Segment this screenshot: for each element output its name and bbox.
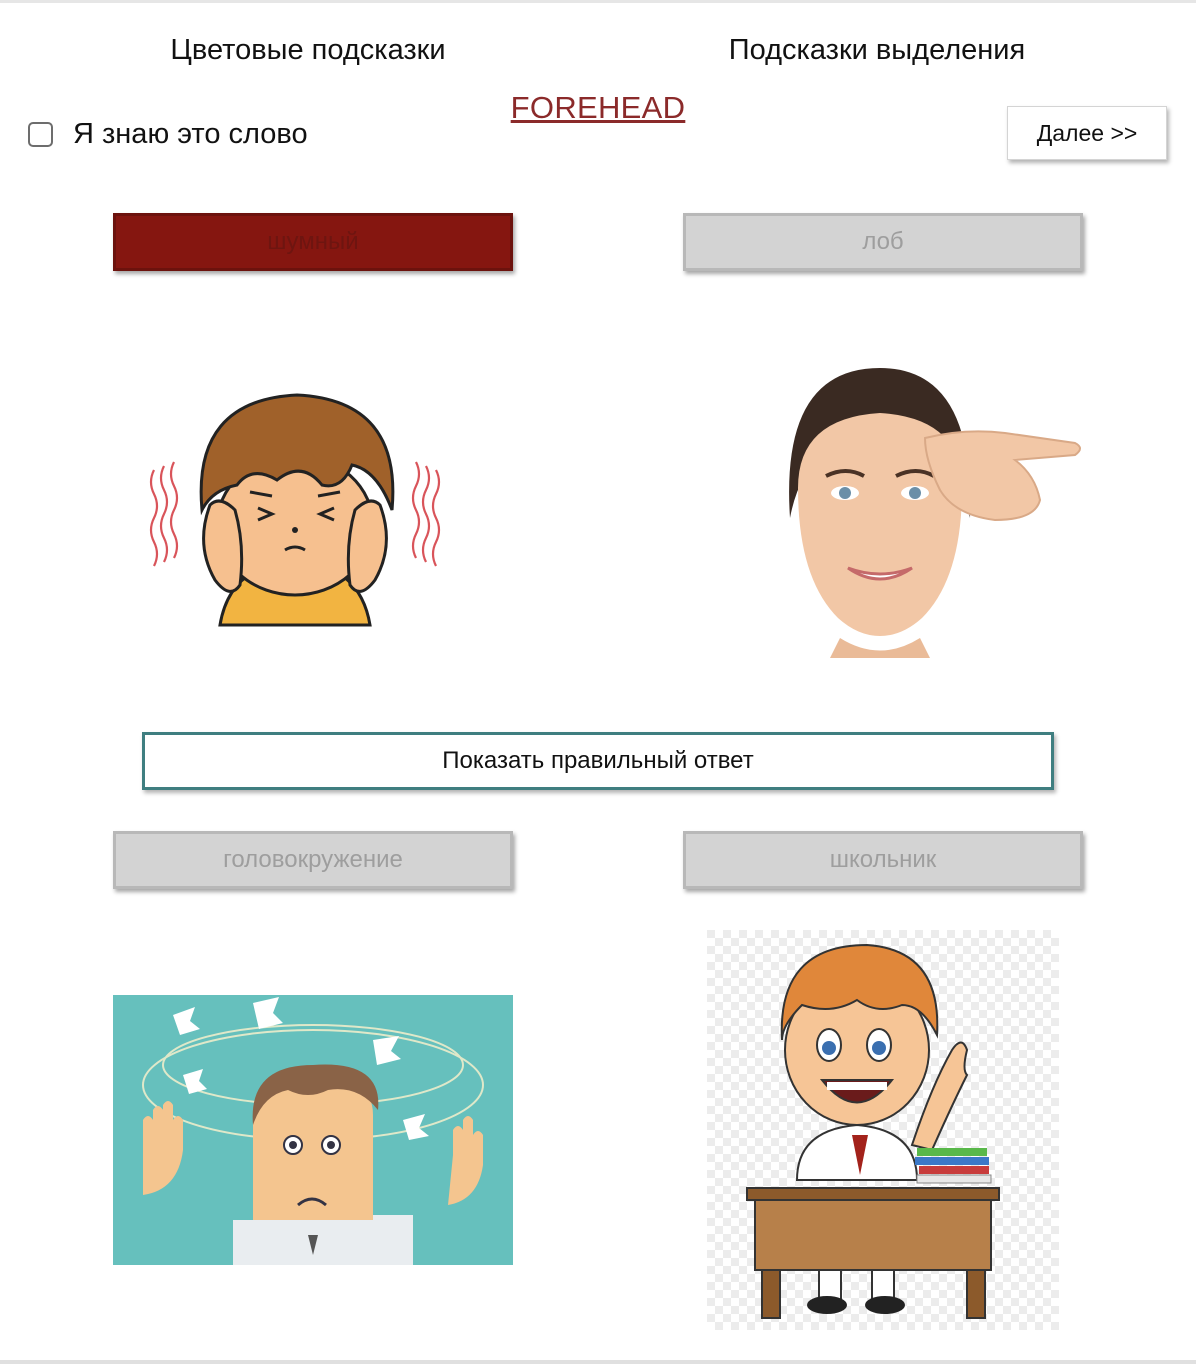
boy-covering-ears-illustration — [149, 393, 441, 627]
option-button-dizziness[interactable]: головокружение — [113, 831, 513, 889]
word-quiz-app: Цветовые подсказки Подсказки выделения F… — [0, 0, 1196, 1364]
option-button-forehead[interactable]: лоб — [683, 213, 1083, 271]
dizziness-picture[interactable] — [113, 995, 513, 1265]
woman-pointing-forehead-photo — [789, 368, 1081, 658]
know-word-checkbox[interactable] — [28, 121, 53, 147]
option-button-schoolboy[interactable]: школьник — [683, 831, 1083, 889]
forehead-picture[interactable] — [720, 368, 1084, 658]
color-hints-link[interactable]: Цветовые подсказки — [108, 34, 508, 67]
schoolboy-picture[interactable] — [707, 930, 1059, 1330]
bottom-divider — [0, 1360, 1196, 1364]
show-answer-button[interactable]: Показать правильный ответ — [142, 732, 1054, 790]
noisy-picture[interactable] — [140, 370, 450, 660]
dizzy-man-illustration — [113, 995, 513, 1265]
schoolboy-at-desk-illustration — [707, 930, 1059, 1330]
top-divider — [0, 0, 1196, 3]
highlight-hints-link[interactable]: Подсказки выделения — [677, 34, 1077, 67]
know-word-row[interactable]: Я знаю это слово — [28, 116, 308, 152]
option-button-noisy[interactable]: шумный — [113, 213, 513, 271]
know-word-label[interactable]: Я знаю это слово — [73, 118, 308, 151]
target-word[interactable]: FOREHEAD — [430, 90, 766, 126]
next-button[interactable]: Далее >> — [1007, 106, 1167, 160]
